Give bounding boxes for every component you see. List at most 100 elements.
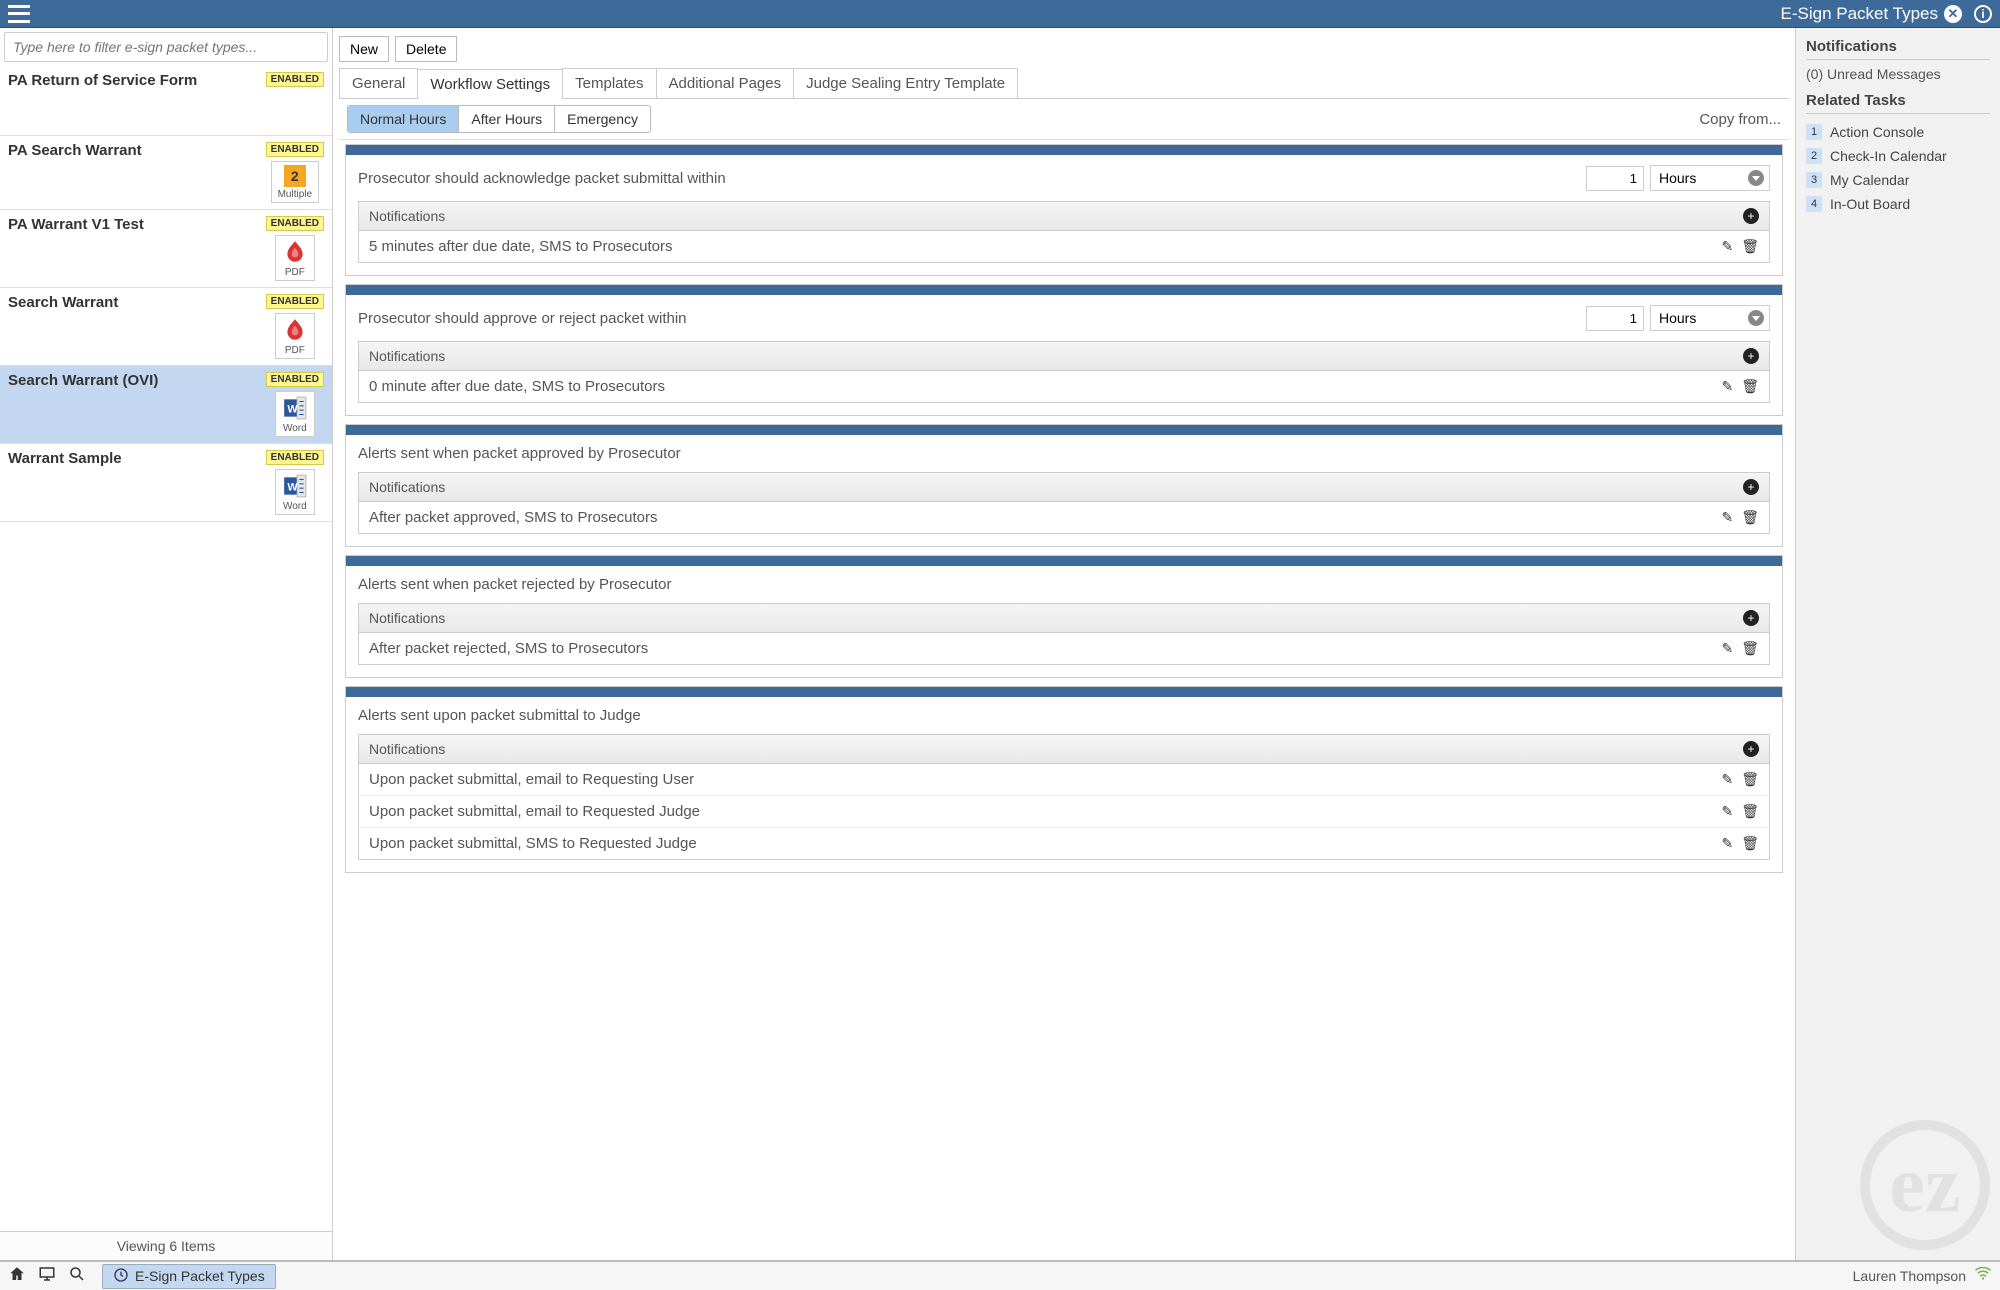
file-icon-word: W Word (275, 469, 315, 515)
file-icon-word: W Word (275, 391, 315, 437)
notification-table: Notifications + 5 minutes after due date… (358, 201, 1770, 263)
new-button[interactable]: New (339, 36, 389, 62)
add-notification-icon[interactable]: + (1743, 208, 1759, 224)
task-label: Check-In Calendar (1830, 148, 1947, 164)
enabled-badge: ENABLED (266, 142, 324, 157)
edit-icon[interactable]: ✎ (1721, 509, 1733, 526)
home-icon[interactable] (8, 1265, 26, 1288)
packet-item[interactable]: Search Warrant ENABLED PDF (0, 288, 332, 366)
workflow-section: Alerts sent when packet approved by Pros… (345, 424, 1783, 547)
sub-tab-normal-hours[interactable]: Normal Hours (348, 106, 459, 132)
filter-input[interactable] (4, 32, 328, 62)
delete-button[interactable]: Delete (395, 36, 457, 62)
taskbar-open-tab[interactable]: E-Sign Packet Types (102, 1264, 276, 1289)
section-label: Alerts sent when packet rejected by Pros… (358, 576, 1770, 593)
duration-input[interactable] (1586, 306, 1644, 331)
hamburger-icon[interactable] (8, 5, 30, 23)
packet-item[interactable]: PA Warrant V1 Test ENABLED PDF (0, 210, 332, 288)
notification-header: Notifications (369, 610, 1743, 626)
add-notification-icon[interactable]: + (1743, 610, 1759, 626)
notification-table: Notifications + After packet rejected, S… (358, 603, 1770, 665)
delete-icon[interactable]: 🗑 (1741, 378, 1759, 395)
close-icon[interactable]: ✕ (1944, 5, 1962, 23)
packet-item[interactable]: Search Warrant (OVI) ENABLED W Word (0, 366, 332, 444)
center-panel: New Delete GeneralWorkflow SettingsTempl… (333, 28, 1795, 1260)
delete-icon[interactable]: 🗑 (1741, 640, 1759, 657)
file-icon-pdf: PDF (275, 235, 315, 281)
search-icon[interactable] (68, 1265, 86, 1288)
page-title: E-Sign Packet Types (1781, 4, 1939, 24)
duration-input[interactable] (1586, 166, 1644, 191)
toolbar: New Delete (339, 32, 1789, 66)
delete-icon[interactable]: 🗑 (1741, 509, 1759, 526)
notification-table: Notifications + Upon packet submittal, e… (358, 734, 1770, 860)
edit-icon[interactable]: ✎ (1721, 771, 1733, 788)
related-task-item[interactable]: 3My Calendar (1806, 168, 1990, 192)
edit-icon[interactable]: ✎ (1721, 803, 1733, 820)
packet-item[interactable]: Warrant Sample ENABLED W Word (0, 444, 332, 522)
notification-row: Upon packet submittal, email to Requesti… (359, 764, 1769, 796)
edit-icon[interactable]: ✎ (1721, 835, 1733, 852)
tab-additional-pages[interactable]: Additional Pages (656, 68, 795, 98)
related-task-item[interactable]: 2Check-In Calendar (1806, 144, 1990, 168)
related-tasks-heading: Related Tasks (1806, 92, 1990, 114)
section-label: Prosecutor should approve or reject pack… (358, 310, 1586, 327)
enabled-badge: ENABLED (266, 294, 324, 309)
notifications-heading: Notifications (1806, 38, 1990, 60)
tabs: GeneralWorkflow SettingsTemplatesAdditio… (339, 68, 1789, 99)
user-name[interactable]: Lauren Thompson (1853, 1268, 1966, 1284)
edit-icon[interactable]: ✎ (1721, 640, 1733, 657)
tab-workflow-settings[interactable]: Workflow Settings (417, 69, 563, 99)
file-icon-multiple: 2 Multiple (271, 161, 319, 203)
monitor-icon[interactable] (38, 1265, 56, 1288)
packet-item-name: Warrant Sample (8, 450, 122, 467)
delete-icon[interactable]: 🗑 (1741, 238, 1759, 255)
section-bar (346, 556, 1782, 566)
bottombar: E-Sign Packet Types Lauren Thompson (0, 1260, 2000, 1290)
list-footer: Viewing 6 Items (0, 1231, 332, 1260)
tab-judge-sealing-entry-template[interactable]: Judge Sealing Entry Template (793, 68, 1018, 98)
duration-unit-select[interactable]: Hours (1650, 305, 1770, 331)
enabled-badge: ENABLED (266, 216, 324, 231)
tab-general[interactable]: General (339, 68, 418, 98)
section-label: Alerts sent when packet approved by Pros… (358, 445, 1770, 462)
sub-tab-emergency[interactable]: Emergency (555, 106, 650, 132)
section-bar (346, 425, 1782, 435)
section-bar (346, 285, 1782, 295)
svg-text:W: W (287, 481, 298, 493)
related-task-item[interactable]: 4In-Out Board (1806, 192, 1990, 216)
add-notification-icon[interactable]: + (1743, 348, 1759, 364)
delete-icon[interactable]: 🗑 (1741, 835, 1759, 852)
notification-text: Upon packet submittal, email to Requesti… (369, 771, 1721, 788)
packet-types-panel: PA Return of Service Form ENABLED PA Sea… (0, 28, 333, 1260)
add-notification-icon[interactable]: + (1743, 479, 1759, 495)
packet-item[interactable]: PA Search Warrant ENABLED 2 Multiple (0, 136, 332, 210)
info-icon[interactable]: i (1974, 5, 1992, 23)
related-task-item[interactable]: 1Action Console (1806, 120, 1990, 144)
notification-table: Notifications + 0 minute after due date,… (358, 341, 1770, 403)
edit-icon[interactable]: ✎ (1721, 238, 1733, 255)
duration-unit-select[interactable]: Hours (1650, 165, 1770, 191)
packet-item-name: PA Search Warrant (8, 142, 142, 159)
tab-templates[interactable]: Templates (562, 68, 656, 98)
delete-icon[interactable]: 🗑 (1741, 771, 1759, 788)
notification-text: Upon packet submittal, email to Requeste… (369, 803, 1721, 820)
packet-item-name: PA Warrant V1 Test (8, 216, 144, 233)
topbar: E-Sign Packet Types ✕ i (0, 0, 2000, 28)
delete-icon[interactable]: 🗑 (1741, 803, 1759, 820)
notification-row: 0 minute after due date, SMS to Prosecut… (359, 371, 1769, 402)
edit-icon[interactable]: ✎ (1721, 378, 1733, 395)
wifi-icon (1974, 1267, 1992, 1286)
watermark-logo: ez (1860, 1120, 1990, 1250)
packet-item[interactable]: PA Return of Service Form ENABLED (0, 66, 332, 136)
task-number: 3 (1806, 172, 1822, 188)
notification-row: Upon packet submittal, SMS to Requested … (359, 828, 1769, 859)
add-notification-icon[interactable]: + (1743, 741, 1759, 757)
task-number: 4 (1806, 196, 1822, 212)
copy-from-link[interactable]: Copy from... (1699, 111, 1781, 128)
task-label: Action Console (1830, 124, 1924, 140)
file-icon-pdf: PDF (275, 313, 315, 359)
sub-tab-after-hours[interactable]: After Hours (459, 106, 555, 132)
unread-messages[interactable]: (0) Unread Messages (1806, 66, 1990, 82)
taskbar-open-tab-label: E-Sign Packet Types (135, 1268, 265, 1284)
